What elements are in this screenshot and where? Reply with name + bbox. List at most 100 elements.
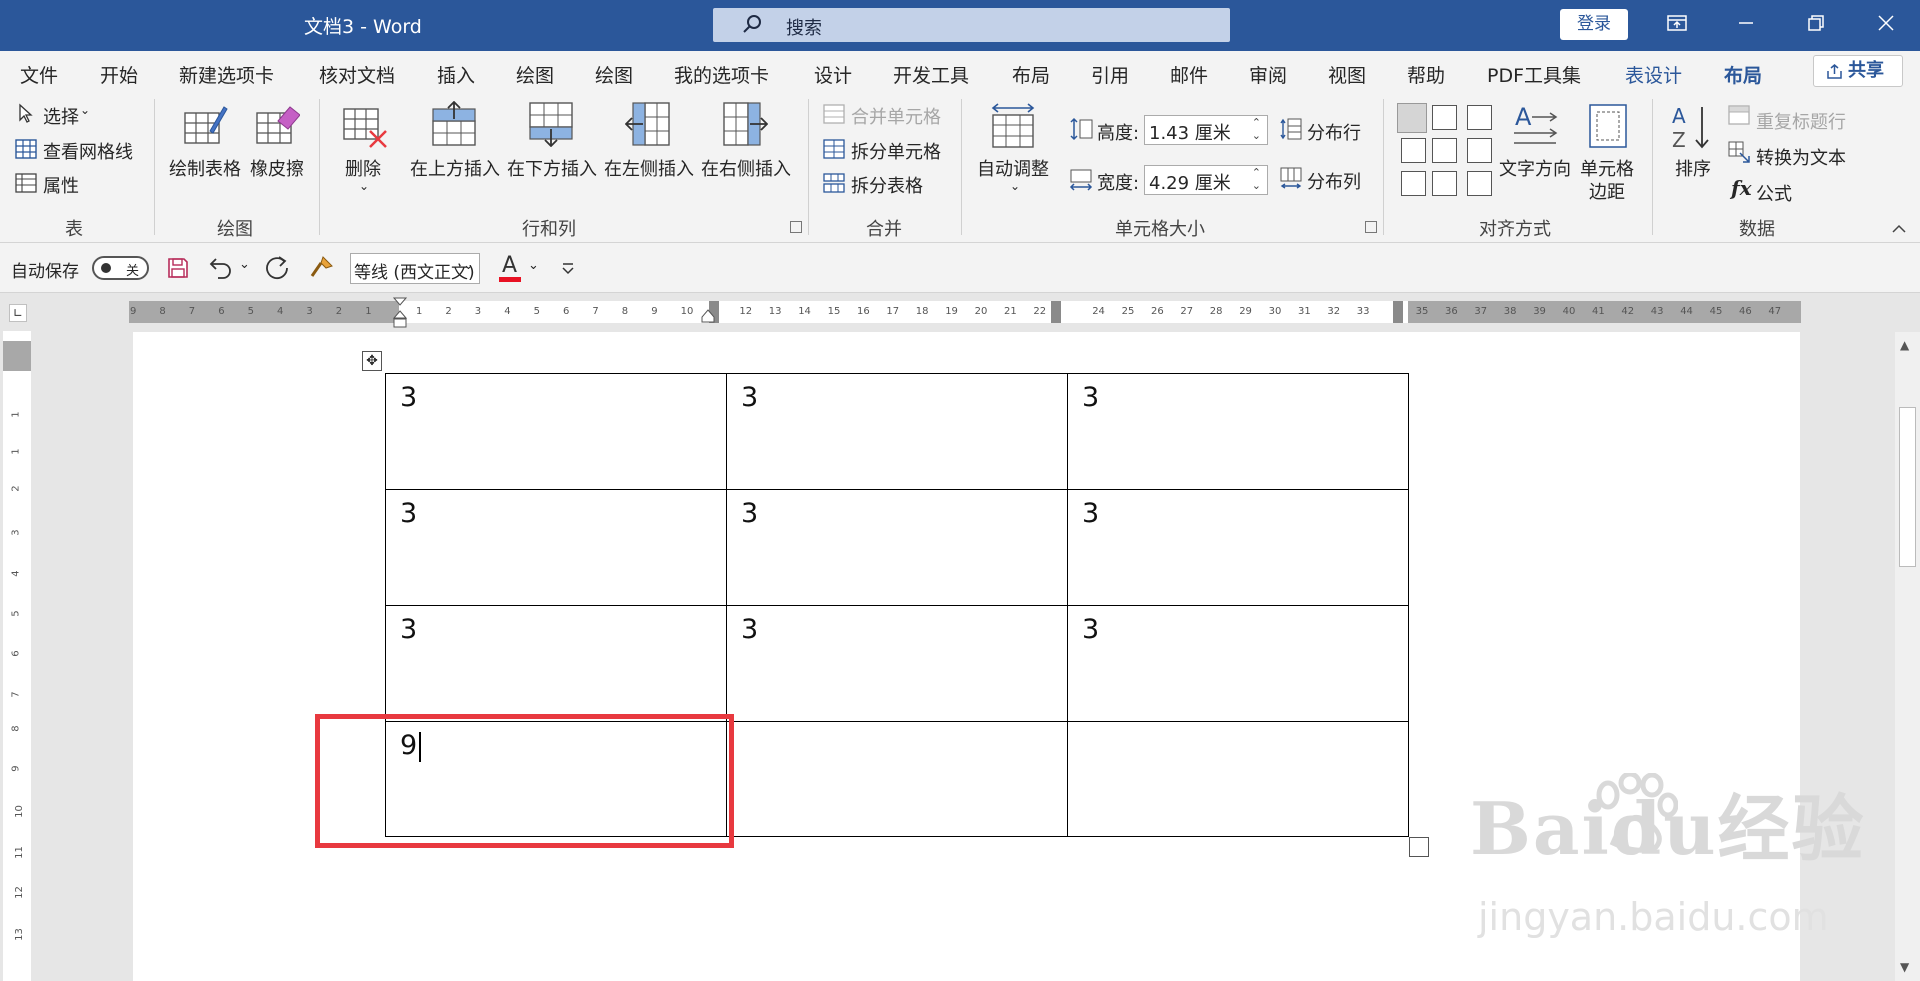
font-name-dropdown-icon[interactable]: ⌄ bbox=[463, 258, 474, 273]
sort-button[interactable]: 排序 bbox=[1675, 155, 1711, 181]
cell-size-launcher-icon[interactable] bbox=[1365, 221, 1377, 233]
tab-draw-2[interactable]: 绘图 bbox=[595, 61, 633, 88]
cell-margins-button-line2[interactable]: 边距 bbox=[1589, 178, 1625, 204]
properties-button[interactable]: 属性 bbox=[43, 172, 79, 198]
delete-dropdown-icon[interactable]: ⌄ bbox=[359, 179, 369, 193]
tab-developer[interactable]: 开发工具 bbox=[893, 61, 969, 88]
tab-proofread[interactable]: 核对文档 bbox=[319, 61, 395, 88]
table-cell[interactable]: 3 bbox=[385, 605, 727, 722]
scroll-up-arrow-icon[interactable]: ▲ bbox=[1900, 338, 1909, 352]
tab-help[interactable]: 帮助 bbox=[1407, 61, 1445, 88]
undo-dropdown-icon[interactable]: ⌄ bbox=[239, 257, 250, 272]
tab-table-design[interactable]: 表设计 bbox=[1625, 61, 1682, 88]
tab-draw-1[interactable]: 绘图 bbox=[516, 61, 554, 88]
ruler-column-marker[interactable] bbox=[1051, 301, 1061, 323]
login-button[interactable]: 登录 bbox=[1560, 9, 1628, 40]
ribbon-display-options-icon[interactable] bbox=[1662, 10, 1692, 40]
height-input[interactable]: 1.43 厘米 ⌃ ⌄ bbox=[1144, 115, 1268, 145]
align-top-right-icon[interactable] bbox=[1467, 105, 1492, 130]
font-name-box[interactable]: 等线 (西文正文) bbox=[350, 253, 480, 284]
font-color-dropdown-icon[interactable]: ⌄ bbox=[528, 258, 539, 273]
scrollbar-thumb[interactable] bbox=[1899, 407, 1916, 567]
table-resize-handle[interactable] bbox=[1409, 837, 1429, 857]
align-bottom-center-icon[interactable] bbox=[1432, 171, 1457, 196]
table-move-handle-icon[interactable]: ✥ bbox=[362, 351, 382, 371]
merge-cells-button[interactable]: 合并单元格 bbox=[851, 103, 941, 129]
eraser-button[interactable]: 橡皮擦 bbox=[250, 155, 304, 181]
table-cell-active[interactable]: 9 bbox=[385, 721, 727, 837]
search-box[interactable]: 搜索 bbox=[713, 8, 1230, 42]
draw-table-button[interactable]: 绘制表格 bbox=[169, 155, 241, 181]
align-bottom-right-icon[interactable] bbox=[1467, 171, 1492, 196]
convert-to-text-button[interactable]: 转换为文本 bbox=[1756, 144, 1846, 170]
format-painter-icon[interactable] bbox=[309, 254, 335, 280]
tab-mailings[interactable]: 邮件 bbox=[1170, 61, 1208, 88]
insert-left-button[interactable]: 在左侧插入 bbox=[604, 155, 694, 181]
table-cell[interactable]: 3 bbox=[1067, 373, 1409, 490]
ruler-column-marker[interactable] bbox=[1393, 301, 1403, 323]
split-table-button[interactable]: 拆分表格 bbox=[851, 172, 923, 198]
tab-new-tab[interactable]: 新建选项卡 bbox=[179, 61, 274, 88]
tab-pdf-tools[interactable]: PDF工具集 bbox=[1487, 61, 1581, 88]
restore-icon[interactable] bbox=[1801, 10, 1831, 40]
scroll-down-arrow-icon[interactable]: ▼ bbox=[1900, 960, 1909, 974]
align-middle-center-icon[interactable] bbox=[1432, 138, 1457, 163]
distribute-columns-button[interactable]: 分布列 bbox=[1307, 168, 1361, 194]
table-cell[interactable] bbox=[1067, 721, 1409, 837]
vertical-scrollbar[interactable]: ▲ ▼ bbox=[1895, 332, 1920, 981]
align-bottom-left-icon[interactable] bbox=[1401, 171, 1426, 196]
repeat-header-rows-button[interactable]: 重复标题行 bbox=[1756, 108, 1846, 134]
tab-layout[interactable]: 布局 bbox=[1012, 61, 1050, 88]
select-button[interactable]: 选择 bbox=[43, 103, 79, 129]
table-cell[interactable]: 3 bbox=[726, 489, 1068, 606]
save-icon[interactable] bbox=[167, 257, 189, 279]
vertical-ruler[interactable]: 1 1 2 3 4 5 6 7 8 9 10 11 12 13 bbox=[3, 331, 31, 981]
view-gridlines-button[interactable]: 查看网格线 bbox=[43, 138, 133, 164]
formula-button[interactable]: 公式 bbox=[1756, 180, 1792, 206]
align-middle-right-icon[interactable] bbox=[1467, 138, 1492, 163]
text-direction-button[interactable]: 文字方向 bbox=[1499, 155, 1571, 181]
distribute-rows-button[interactable]: 分布行 bbox=[1307, 119, 1361, 145]
width-spinner-icon[interactable]: ⌃ ⌄ bbox=[1252, 166, 1261, 192]
table-cell[interactable]: 3 bbox=[726, 605, 1068, 722]
table-cell[interactable]: 3 bbox=[385, 373, 727, 490]
tab-insert[interactable]: 插入 bbox=[437, 61, 475, 88]
horizontal-ruler[interactable]: 9 8 7 6 5 4 3 2 1 1 2 3 4 5 6 7 8 9 10 12 13 14 15 16 17 18 19 20 21… bbox=[129, 297, 1801, 328]
document-table[interactable]: 3 3 3 3 3 3 3 3 3 9 bbox=[385, 373, 1409, 837]
font-color-button[interactable]: A bbox=[497, 251, 523, 285]
tab-my-tab[interactable]: 我的选项卡 bbox=[674, 61, 769, 88]
delete-button[interactable]: 删除 bbox=[345, 155, 381, 181]
minimize-icon[interactable] bbox=[1731, 10, 1761, 40]
align-top-center-icon[interactable] bbox=[1432, 105, 1457, 130]
table-cell[interactable]: 3 bbox=[1067, 605, 1409, 722]
split-cells-button[interactable]: 拆分单元格 bbox=[851, 138, 941, 164]
align-middle-left-icon[interactable] bbox=[1401, 138, 1426, 163]
rows-columns-launcher-icon[interactable] bbox=[790, 221, 802, 233]
tab-review[interactable]: 审阅 bbox=[1249, 61, 1287, 88]
undo-icon[interactable] bbox=[208, 255, 234, 279]
table-cell[interactable]: 3 bbox=[726, 373, 1068, 490]
tab-selector-icon[interactable]: ∟ bbox=[9, 304, 27, 322]
insert-below-button[interactable]: 在下方插入 bbox=[507, 155, 597, 181]
height-spinner-icon[interactable]: ⌃ ⌄ bbox=[1252, 116, 1261, 142]
tab-design[interactable]: 设计 bbox=[814, 61, 852, 88]
indent-marker-icon[interactable] bbox=[393, 297, 407, 329]
tab-home[interactable]: 开始 bbox=[100, 61, 138, 88]
share-button[interactable]: 共享 bbox=[1813, 55, 1903, 87]
table-cell[interactable]: 3 bbox=[385, 489, 727, 606]
insert-right-button[interactable]: 在右侧插入 bbox=[701, 155, 791, 181]
tab-table-layout[interactable]: 布局 bbox=[1724, 61, 1763, 96]
tab-references[interactable]: 引用 bbox=[1091, 61, 1129, 88]
tab-file[interactable]: 文件 bbox=[20, 61, 58, 88]
redo-icon[interactable] bbox=[265, 255, 291, 281]
insert-above-button[interactable]: 在上方插入 bbox=[410, 155, 500, 181]
collapse-ribbon-icon[interactable] bbox=[1892, 224, 1906, 234]
table-cell[interactable] bbox=[726, 721, 1068, 837]
autofit-button[interactable]: 自动调整 bbox=[977, 155, 1049, 181]
autosave-toggle[interactable]: 关 bbox=[92, 256, 149, 280]
tab-view[interactable]: 视图 bbox=[1328, 61, 1366, 88]
close-icon[interactable] bbox=[1871, 10, 1901, 40]
autofit-dropdown-icon[interactable]: ⌄ bbox=[1010, 179, 1020, 193]
table-cell[interactable]: 3 bbox=[1067, 489, 1409, 606]
width-input[interactable]: 4.29 厘米 ⌃ ⌄ bbox=[1144, 165, 1268, 195]
